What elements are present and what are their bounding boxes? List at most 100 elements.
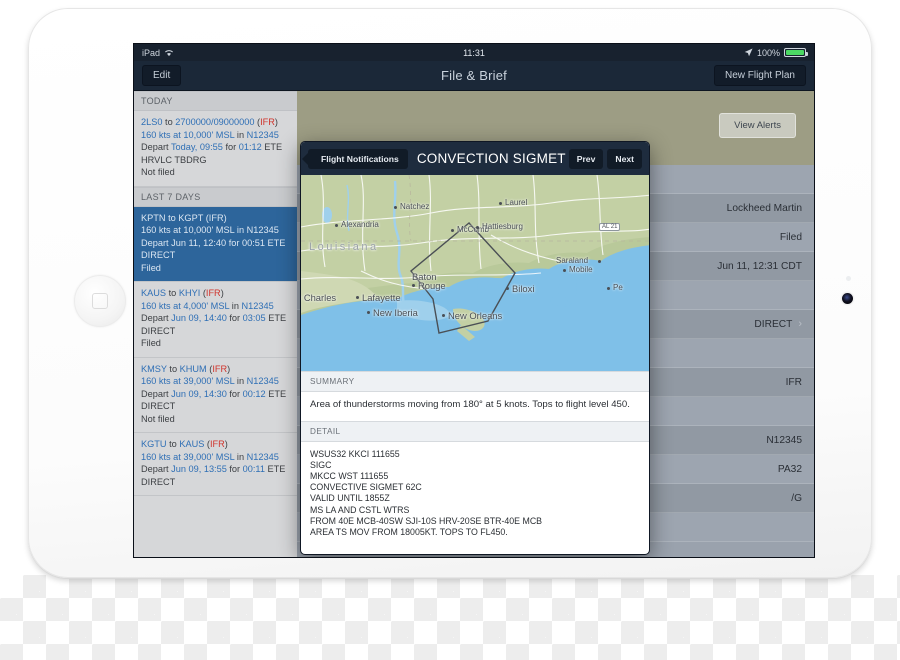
map-city-dot [597,260,601,263]
page-title: File & Brief [441,68,507,83]
flight-status-line: Not filed [141,413,175,424]
map-city-label: New Orleans [448,310,503,321]
flight-routing-line: DIRECT [141,476,176,487]
prev-button[interactable]: Prev [568,148,604,169]
flight-detail-value: PA32 [777,463,802,475]
flight-detail-value: /G [791,492,802,504]
map-city-label: Laurel [505,198,528,207]
battery-icon [784,48,808,57]
flight-routing-line: DIRECT [141,250,176,260]
map-city-label: Alexandria [341,220,379,229]
flight-detail-value: Filed [779,231,802,243]
map-city-label: e Charles [301,292,337,303]
map-city-label: Mobile [569,265,593,274]
map-city-dot [394,206,397,209]
flight-depart-line: Depart Today, 09:55 for 01:12 ETE [141,142,283,152]
map-state-label: Louisiana [309,241,379,253]
map-city-dot [412,284,415,287]
map-city-dot [476,226,479,229]
flight-route-line: KAUS to KHYI (IFR) [141,288,224,298]
map-city-label: Lafayette [362,292,401,303]
flight-routing-line: DIRECT [141,401,176,411]
new-flight-plan-button[interactable]: New Flight Plan [713,65,806,86]
flight-speed-line: 160 kts at 10,000' MSL in N12345 [141,129,279,140]
flight-routing-line: DIRECT [141,325,176,336]
flight-detail-value: IFR [785,376,802,388]
flight-route-line: 2LS0 to 2700000/09000000 (IFR) [141,117,278,127]
map-city-label: Hattiesburg [482,222,523,231]
map-city-label: Saraland [556,256,589,265]
flight-routing-line: HRVLC TBDRG [141,154,207,165]
back-to-flight-notifications-button[interactable]: Flight Notifications [302,148,408,169]
flight-route-line: KGTU to KAUS (IFR) [141,439,228,449]
front-camera [842,293,853,304]
modal-title: CONVECTION SIGMET [416,151,566,166]
map-city-dot [451,229,454,232]
summary-header: SUMMARY [301,371,649,392]
map-city-dot [367,311,370,314]
view-alerts-button[interactable]: View Alerts [719,113,796,138]
flight-speed-line: 160 kts at 39,000' MSL in N12345 [141,451,279,462]
location-arrow-icon [744,48,753,57]
next-button[interactable]: Next [607,148,642,169]
flight-depart-line: Depart Jun 11, 12:40 for 00:51 ETE [141,237,286,248]
summary-text: Area of thunderstorms moving from 180° a… [301,392,649,421]
flight-list-item[interactable]: KAUS to KHYI (IFR) 160 kts at 4,000' MSL … [134,282,297,358]
flight-speed-line: 160 kts at 10,000' MSL in N12345 [141,225,279,235]
flight-depart-line: Depart Jun 09, 14:40 for 03:05 ETE [141,313,287,323]
flight-depart-line: Depart Jun 09, 13:55 for 00:11 ETE [141,464,286,474]
modal-header: Flight Notifications CONVECTION SIGMET P… [301,142,649,175]
sigmet-map[interactable]: Louisiana AL 21 Natchez Alexandria McComb Lau… [301,175,649,371]
flight-detail-value: Jun 11, 12:31 CDT [717,260,802,272]
page-root: iPad 11:31 100% Edit File & Brief New Fl… [0,0,900,660]
flight-list-item[interactable]: 2LS0 to 2700000/09000000 (IFR) 160 kts at… [134,111,297,187]
home-button[interactable] [74,275,126,327]
ipad-screen: iPad 11:31 100% Edit File & Brief New Fl… [134,44,814,557]
map-city-label: New Iberia [373,307,418,318]
flight-speed-line: 160 kts at 4,000' MSL in N12345 [141,300,274,311]
flight-detail-value: DIRECT [754,318,793,330]
status-bar-clock: 11:31 [463,47,485,58]
flight-status-line: Not filed [141,167,175,177]
map-city-label: Natchez [400,202,430,211]
map-city-label: Pe [613,283,623,292]
ambient-light-sensor [846,276,851,281]
flight-list-section-header: TODAY [134,91,297,111]
flight-depart-line: Depart Jun 09, 14:30 for 00:12 ETE [141,388,287,399]
map-city-dot [563,269,566,272]
modal-nav-buttons: Prev Next [568,148,642,169]
flight-detail-value: Lockheed Martin [726,202,802,214]
flight-list-section-header: LAST 7 DAYS [134,186,297,207]
flight-status-line: Filed [141,338,161,348]
flight-list-item[interactable]: KMSY to KHUM (IFR) 160 kts at 39,000' MSL… [134,358,297,433]
map-artwork [301,175,649,371]
ipad-device-frame: iPad 11:31 100% Edit File & Brief New Fl… [28,8,872,583]
status-bar: iPad 11:31 100% [134,44,814,61]
map-city-dot [499,202,502,205]
map-city-dot [506,287,509,290]
map-city-label: Biloxi [512,283,535,294]
detail-header: DETAIL [301,420,649,442]
map-city-dot [607,287,610,290]
battery-percent-label: 100% [756,47,780,58]
flight-route-line: KPTN to KGPT (IFR) [141,212,227,223]
flight-route-line: KMSY to KHUM (IFR) [141,363,231,374]
status-bar-right: 100% [744,47,808,58]
main-content-area: TODAY 2LS0 to 2700000/09000000 (IFR) 160 k… [134,91,814,557]
home-square-icon [92,293,108,309]
flight-status-line: Filed [141,262,161,273]
edit-button[interactable]: Edit [142,65,182,86]
convection-sigmet-modal: Flight Notifications CONVECTION SIGMET P… [300,141,650,555]
transparency-checkerboard [0,575,900,660]
flight-list-item[interactable]: KPTN to KGPT (IFR) 160 kts at 10,000' MSL… [134,206,297,282]
flight-list[interactable]: TODAY 2LS0 to 2700000/09000000 (IFR) 160 k… [134,91,297,557]
map-city-dot [442,314,445,317]
chevron-right-icon: › [798,318,802,330]
highway-shield-icon: AL 21 [599,223,621,231]
app-title-bar: Edit File & Brief New Flight Plan [134,61,814,91]
flight-list-item[interactable]: KGTU to KAUS (IFR) 160 kts at 39,000' MSL… [134,433,297,496]
map-city-dot [356,296,359,299]
detail-text: WSUS32 KKCI 111655 SIGC MKCC WST 111655 … [301,441,649,546]
map-city-label: Rouge [418,280,446,291]
flight-speed-line: 160 kts at 39,000' MSL in N12345 [141,376,279,386]
